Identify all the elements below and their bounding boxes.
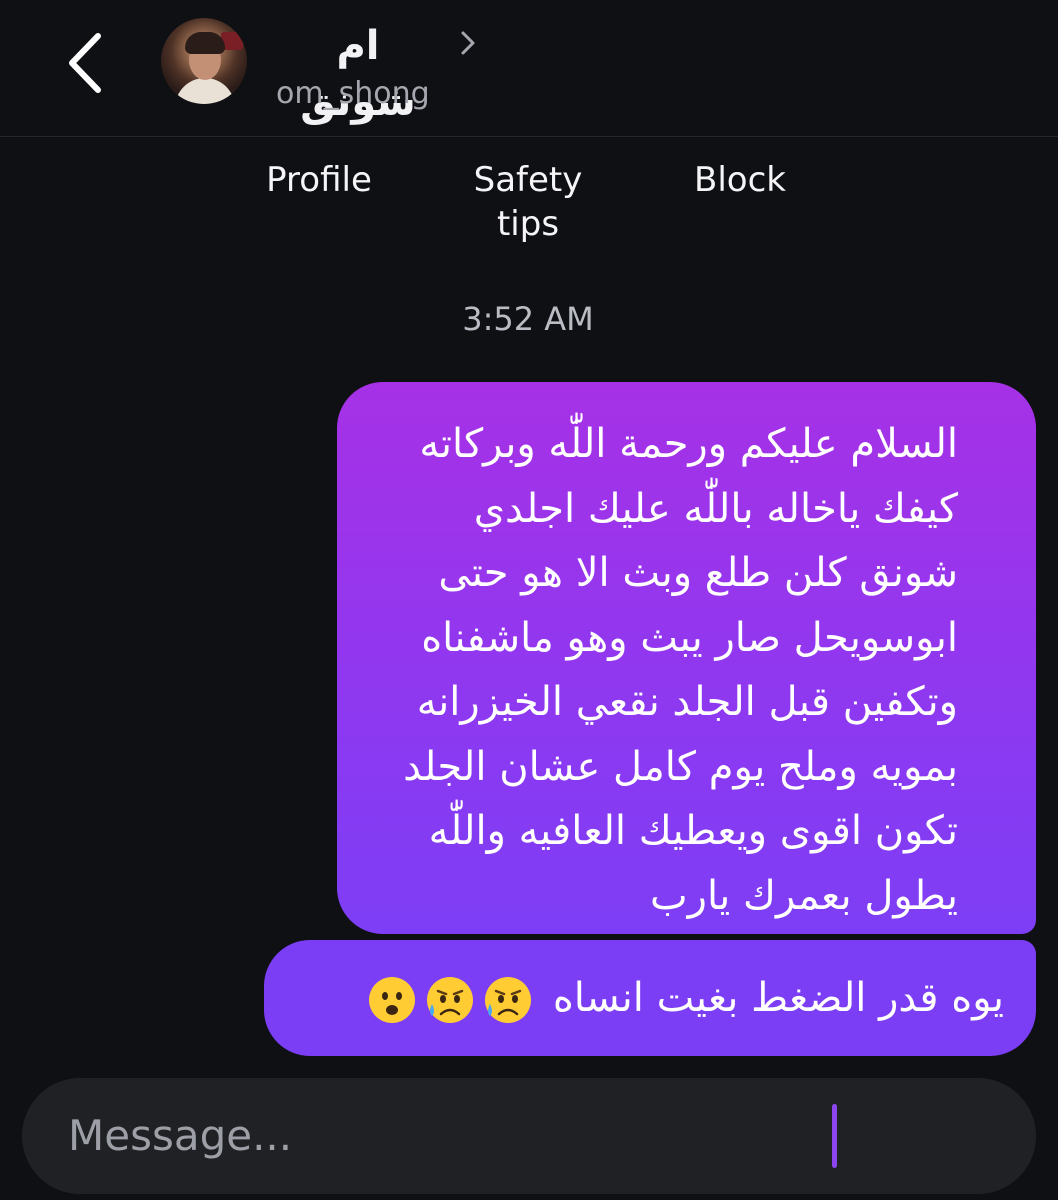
chevron-left-icon [69,33,101,93]
safety-tips-button[interactable]: Safety tips [448,158,608,246]
message-bubble-sent[interactable]: يوه قدر الضغط بغيت انساه [264,940,1036,1056]
message-line: السلام عليكم ورحمة اللّٰه وبركاته [419,421,958,467]
contact-username: om_shong [276,76,430,111]
chat-header: ام شونق om_shong [0,0,1058,137]
message-bubble-sent[interactable]: السلام عليكم ورحمة اللّٰه وبركاته كيفك ي… [337,382,1036,934]
safety-tips-label-line1: Safety [473,160,583,200]
message-line: ابوسويحل صار يبث وهو ماشفناه [421,614,958,661]
sad-relieved-face-icon [485,977,532,1023]
message-line: وتكفين قبل الجلد نقعي الخيزرانه [416,679,958,725]
message-input[interactable]: Message... [68,1078,768,1194]
message-line: تكون اقوى ويعطيك العافيه واللّٰه [428,808,958,854]
profile-button[interactable]: Profile [244,158,394,202]
chevron-right-icon[interactable] [458,28,478,58]
safety-tips-label-line2: tips [496,204,560,244]
frowning-open-mouth-face-icon [369,977,416,1023]
sad-relieved-face-icon [427,977,474,1023]
message-line: يطول بعمرك يارب [650,872,958,919]
message-composer[interactable]: Message... [22,1078,1036,1194]
message-text: يوه قدر الضغط بغيت انساه [552,975,1004,1021]
back-button[interactable] [58,28,118,98]
message-line: شونق كلن طلع وبث الا هو حتى [438,550,958,596]
block-button[interactable]: Block [670,158,810,202]
message-line: كيفك ياخاله باللّٰه عليك اجلدي [473,485,958,532]
message-timestamp: 3:52 AM [462,300,594,338]
text-caret [832,1104,837,1168]
avatar[interactable] [161,18,247,104]
contact-name[interactable]: ام شونق [276,18,440,125]
chat-screen: ام شونق om_shong Profile Safety tips Blo… [0,0,1058,1200]
message-line: بمويه وملح يوم كامل عشان الجلد [403,743,958,790]
